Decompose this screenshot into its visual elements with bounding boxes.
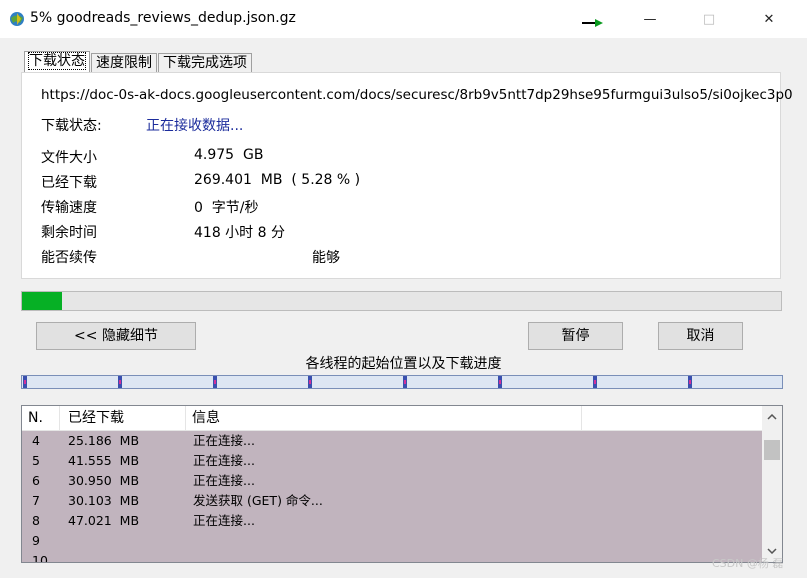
list-header: N. 已经下载 信息 <box>22 406 762 431</box>
row-downloaded: 47.021 MB <box>68 513 140 528</box>
row-number: 5 <box>32 453 40 468</box>
list-scrollbar[interactable] <box>762 406 782 562</box>
tab-label: 下载状态 <box>28 52 86 70</box>
file-size-value: 4.975 GB <box>194 147 264 163</box>
app-globe-icon <box>10 12 24 26</box>
download-progress-bar <box>21 291 782 311</box>
resume-capable-label: 能否续传 <box>41 250 97 266</box>
thread-marker <box>308 376 312 388</box>
tab-download-status[interactable]: 下载状态 <box>24 51 90 73</box>
downloaded-value: 269.401 MB ( 5.28 % ) <box>194 172 361 188</box>
chevron-down-icon <box>767 548 777 554</box>
maximize-button[interactable]: □ <box>686 6 732 32</box>
row-downloaded: 41.555 MB <box>68 453 140 468</box>
watermark: CSDN @杨 磊 <box>712 557 784 570</box>
tab-label: 速度限制 <box>96 55 152 71</box>
transfer-speed-value: 0 字节/秒 <box>194 200 259 216</box>
list-row[interactable]: 4 25.186 MB 正在连接... <box>22 431 762 451</box>
thread-marker <box>118 376 122 388</box>
window-title: 5% goodreads_reviews_dedup.json.gz <box>30 10 296 26</box>
list-row[interactable]: 7 30.103 MB 发送获取 (GET) 命令... <box>22 491 762 511</box>
row-info: 正在连接... <box>193 473 255 488</box>
thread-marker <box>593 376 597 388</box>
tab-completion-options[interactable]: 下载完成选项 <box>158 53 252 73</box>
pause-button[interactable]: 暂停 <box>528 322 623 350</box>
column-header-downloaded[interactable]: 已经下载 <box>60 406 186 431</box>
column-header-info[interactable]: 信息 <box>186 406 582 431</box>
chevron-up-icon <box>767 414 777 420</box>
tab-label: 下载完成选项 <box>163 55 247 71</box>
status-label: 下载状态: <box>41 118 102 134</box>
row-downloaded: 30.950 MB <box>68 473 140 488</box>
threads-label: 各线程的起始位置以及下载进度 <box>305 356 502 372</box>
list-body: 4 25.186 MB 正在连接... 5 41.555 MB 正在连接... 6 30.95… <box>22 431 762 563</box>
row-number: 9 <box>32 533 40 548</box>
row-downloaded: 30.103 MB <box>68 493 140 508</box>
row-number: 4 <box>32 433 40 448</box>
column-header-number[interactable]: N. <box>22 406 60 431</box>
title-bar: 5% goodreads_reviews_dedup.json.gz — □ ✕ <box>0 0 807 38</box>
status-value: 正在接收数据... <box>146 118 244 134</box>
thread-marker <box>498 376 502 388</box>
list-row[interactable]: 6 30.950 MB 正在连接... <box>22 471 762 491</box>
download-url: https://doc-0s-ak-docs.googleusercontent… <box>41 87 793 103</box>
status-panel: https://doc-0s-ak-docs.googleusercontent… <box>21 72 793 279</box>
downloaded-label: 已经下载 <box>41 175 97 191</box>
row-number: 8 <box>32 513 40 528</box>
scroll-up-button[interactable] <box>762 406 782 428</box>
progress-fill <box>22 292 63 310</box>
cancel-button[interactable]: 取消 <box>658 322 743 350</box>
time-left-label: 剩余时间 <box>41 225 97 241</box>
row-number: 10 <box>32 553 48 563</box>
row-info: 正在连接... <box>193 453 255 468</box>
list-row[interactable]: 5 41.555 MB 正在连接... <box>22 451 762 471</box>
row-downloaded: 25.186 MB <box>68 433 140 448</box>
threads-progress-bar <box>21 375 783 389</box>
list-row[interactable]: 8 47.021 MB 正在连接... <box>22 511 762 531</box>
tab-speed-limit[interactable]: 速度限制 <box>91 53 157 73</box>
list-row[interactable]: 10 <box>22 551 762 563</box>
tab-bar: 下载状态 速度限制 下载完成选项 <box>24 51 253 73</box>
time-left-value: 418 小时 8 分 <box>194 225 285 241</box>
list-row[interactable]: 9 <box>22 531 762 551</box>
row-number: 7 <box>32 493 40 508</box>
download-arrow-icon <box>582 19 603 27</box>
row-info: 发送获取 (GET) 命令... <box>193 493 323 508</box>
transfer-speed-label: 传输速度 <box>41 200 97 216</box>
thread-marker <box>23 376 27 388</box>
row-info: 正在连接... <box>193 513 255 528</box>
thread-marker <box>213 376 217 388</box>
row-info: 正在连接... <box>193 433 255 448</box>
connections-list[interactable]: N. 已经下载 信息 4 25.186 MB 正在连接... 5 41.555 MB 正在… <box>21 405 783 563</box>
scroll-thumb[interactable] <box>764 440 780 460</box>
row-number: 6 <box>32 473 40 488</box>
file-size-label: 文件大小 <box>41 150 97 166</box>
hide-details-button[interactable]: << 隐藏细节 <box>36 322 196 350</box>
thread-marker <box>403 376 407 388</box>
minimize-button[interactable]: — <box>627 6 673 32</box>
resume-capable-value: 能够 <box>312 250 340 266</box>
thread-marker <box>688 376 692 388</box>
close-button[interactable]: ✕ <box>746 6 792 32</box>
